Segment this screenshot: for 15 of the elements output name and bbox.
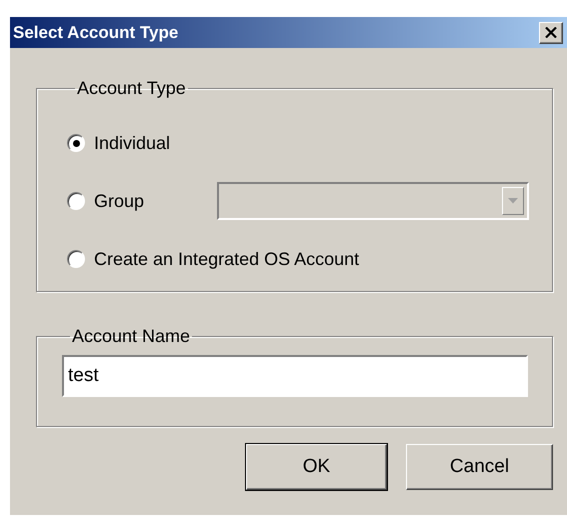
close-button[interactable] bbox=[539, 22, 563, 44]
radio-option[interactable]: Individual bbox=[67, 132, 217, 154]
dialog-button[interactable]: Cancel bbox=[406, 444, 553, 490]
dialog-button[interactable]: OK bbox=[246, 444, 387, 490]
account-name-field[interactable]: test bbox=[62, 355, 528, 397]
window-title: Select Account Type bbox=[13, 22, 178, 42]
radio-button[interactable] bbox=[67, 134, 85, 152]
radio-button[interactable] bbox=[67, 192, 85, 210]
caret-icon bbox=[508, 198, 518, 204]
radio-option[interactable]: Group bbox=[67, 190, 217, 212]
radio-button[interactable] bbox=[67, 250, 85, 268]
group-label: Account Name bbox=[71, 326, 192, 347]
group-label: Account Type bbox=[76, 78, 187, 99]
radio-option[interactable]: Create an Integrated OS Account bbox=[67, 248, 360, 270]
close-icon bbox=[545, 27, 557, 38]
